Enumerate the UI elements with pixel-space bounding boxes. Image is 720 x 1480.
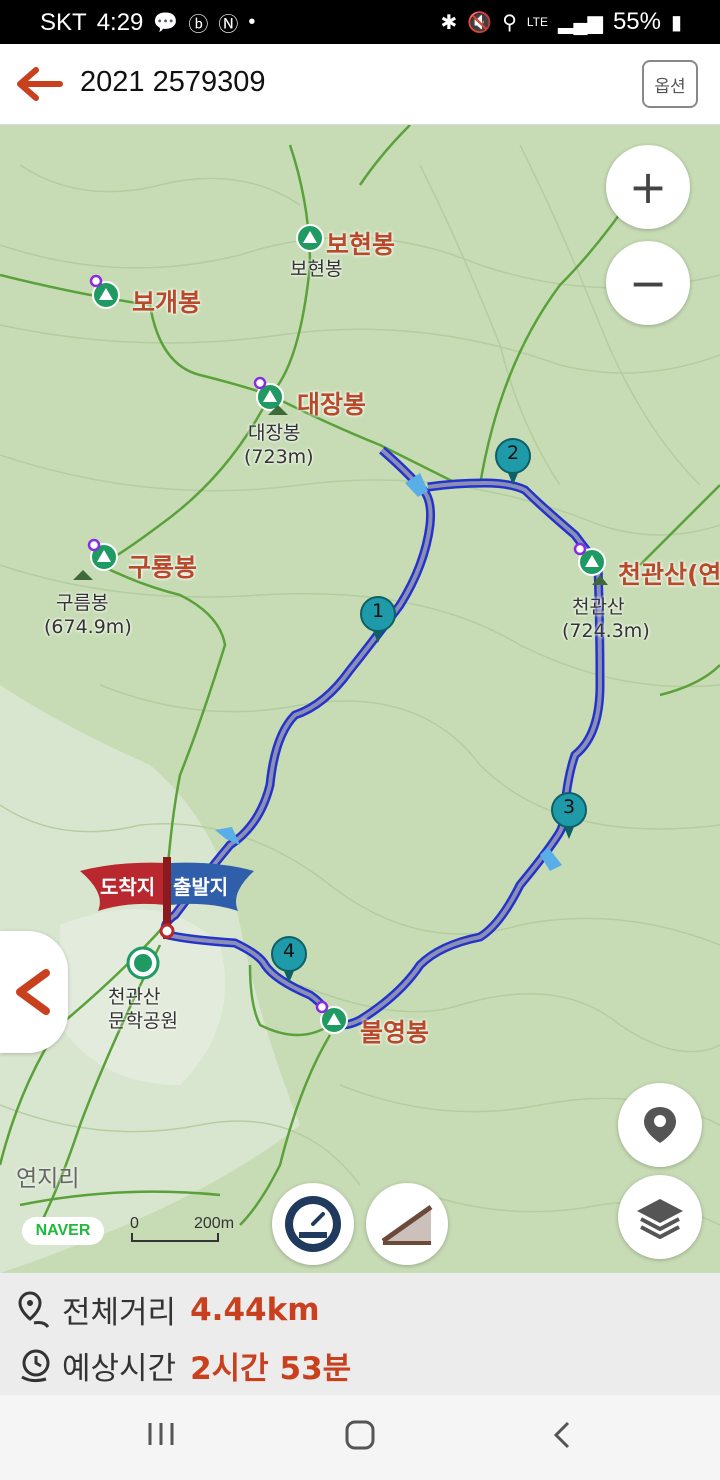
peak-label-bohyeonbong: 보현봉 <box>326 230 396 259</box>
layers-icon <box>637 1199 683 1239</box>
plus-icon: + <box>628 160 668 214</box>
location-pin-icon <box>644 1107 676 1143</box>
start-end-flag[interactable]: 도착지 출발지 <box>78 853 258 947</box>
time-value: 2시간 53분 <box>190 1351 352 1387</box>
distance-label: 전체거리 <box>62 1295 177 1331</box>
carrier-label: SKT <box>40 8 87 36</box>
park-label-line2: 문학공원 <box>108 1010 178 1032</box>
end-flag-label: 도착지 <box>100 875 156 899</box>
back-arrow-icon <box>17 67 63 101</box>
system-nav-bar <box>0 1395 720 1480</box>
status-bar: SKT 4:29 💬 ⓑ Ⓝ • ✱ 🔇 ⚲ LTE ▂▄▆ 55% ▮ <box>0 0 720 44</box>
clock: 4:29 <box>96 8 144 36</box>
nfc-icon: Ⓝ <box>218 14 239 36</box>
distance-value: 4.44km <box>190 1291 320 1328</box>
peak-sublabel-cheongwansan: 천관산 <box>572 596 625 618</box>
park-label-line1: 천관산 <box>108 986 161 1008</box>
system-back-button[interactable] <box>550 1419 574 1451</box>
naver-logo: NAVER <box>22 1217 104 1245</box>
scale-distance: 200m <box>194 1215 235 1232</box>
side-panel-toggle[interactable] <box>0 931 68 1053</box>
band-icon: ⓑ <box>188 14 209 36</box>
network-label: LTE <box>526 15 548 29</box>
waypoint-label-3: 3 <box>562 796 576 818</box>
peak-sublabel-gureumbong: 구름봉 <box>56 592 109 614</box>
waypoint-marker-3[interactable]: 3 <box>550 791 588 845</box>
map-layers-button[interactable] <box>618 1175 702 1259</box>
waypoint-marker-4[interactable]: 4 <box>270 935 308 989</box>
peak-elevation-gureumbong: (674.9m) <box>44 616 132 638</box>
page-title: 2021 2579309 <box>80 66 266 98</box>
slope-icon <box>381 1204 433 1245</box>
speed-gauge-button[interactable] <box>272 1183 354 1265</box>
peak-elevation-cheongwansan: (724.3m) <box>562 620 650 642</box>
speedometer-icon <box>285 1196 341 1252</box>
options-button[interactable]: 옵션 <box>642 60 698 108</box>
chevron-left-icon <box>16 969 50 1015</box>
peak-label-guryongbong: 구룡봉 <box>128 553 198 582</box>
distance-row: 전체거리 4.44km <box>18 1287 320 1332</box>
peak-sublabel-daejangbong: 대장봉 <box>248 422 301 444</box>
peak-label-bogaebong: 보개봉 <box>132 288 202 317</box>
my-location-button[interactable] <box>618 1083 702 1167</box>
dot-icon: • <box>248 11 256 33</box>
waypoint-label-1: 1 <box>371 600 385 622</box>
map-view[interactable]: 1 2 3 4 보현봉 보현봉 보개봉 대장봉 대장봉 (723m) 구룡봉 구… <box>0 125 720 1273</box>
zoom-out-button[interactable]: − <box>606 241 690 325</box>
waypoint-label-4: 4 <box>282 940 296 962</box>
route-summary-panel: 전체거리 4.44km 예상시간 2시간 53분 <box>0 1273 720 1395</box>
recent-apps-button[interactable] <box>146 1419 176 1449</box>
village-label: 연지리 <box>16 1166 80 1192</box>
peak-elevation-daejangbong: (723m) <box>244 446 314 468</box>
mute-icon: 🔇 <box>467 11 493 34</box>
waypoint-marker-2[interactable]: 2 <box>494 437 532 491</box>
elevation-profile-button[interactable] <box>366 1183 448 1265</box>
battery-icon: ▮ <box>670 11 682 34</box>
minus-icon: − <box>628 256 668 310</box>
battery-label: 55% <box>612 8 661 35</box>
route-distance-icon <box>18 1290 50 1328</box>
time-label: 예상시간 <box>62 1351 177 1387</box>
peak-sublabel-bohyeonbong: 보현봉 <box>290 258 343 280</box>
back-button[interactable] <box>14 64 64 104</box>
kakaotalk-icon: 💬 <box>153 12 179 34</box>
location-icon: ⚲ <box>502 11 517 34</box>
app-bar: 2021 2579309 옵션 <box>0 44 720 125</box>
route-time-icon <box>21 1349 50 1382</box>
peak-label-daejangbong: 대장봉 <box>297 390 367 419</box>
peak-label-bulyeongbong: 불영봉 <box>360 1018 430 1047</box>
waypoint-label-2: 2 <box>506 442 520 464</box>
signal-icon: ▂▄▆ <box>558 11 603 34</box>
scale-zero: 0 <box>130 1215 139 1232</box>
zoom-in-button[interactable]: + <box>606 145 690 229</box>
start-flag-label: 출발지 <box>173 875 229 899</box>
peak-label-cheongwansan: 천관산(연 <box>618 560 720 589</box>
bluetooth-icon: ✱ <box>440 11 458 34</box>
home-button[interactable] <box>344 1419 376 1451</box>
time-row: 예상시간 2시간 53분 <box>18 1343 351 1388</box>
waypoint-marker-1[interactable]: 1 <box>359 595 397 649</box>
